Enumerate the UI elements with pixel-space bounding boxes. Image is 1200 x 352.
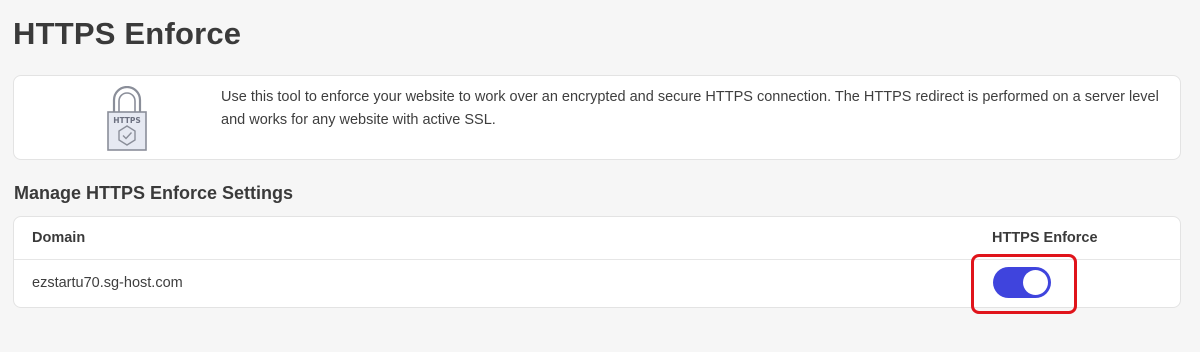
lock-https-icon: HTTPS	[106, 85, 148, 152]
domain-cell: ezstartu70.sg-host.com	[32, 275, 183, 291]
svg-text:HTTPS: HTTPS	[113, 116, 141, 125]
https-enforce-toggle[interactable]	[993, 267, 1051, 298]
page-title: HTTPS Enforce	[13, 16, 242, 51]
settings-table: Domain HTTPS Enforce ezstartu70.sg-host.…	[13, 216, 1181, 314]
info-description: Use this tool to enforce your website to…	[221, 89, 1159, 128]
settings-section-title: Manage HTTPS Enforce Settings	[14, 183, 294, 203]
column-header-https-enforce: HTTPS Enforce	[992, 230, 1098, 246]
info-card: HTTPS Use this tool to enforce your webs…	[13, 75, 1181, 160]
table-row: ezstartu70.sg-host.com	[14, 254, 1180, 314]
toggle-knob	[1023, 270, 1048, 295]
column-header-domain: Domain	[32, 230, 86, 246]
